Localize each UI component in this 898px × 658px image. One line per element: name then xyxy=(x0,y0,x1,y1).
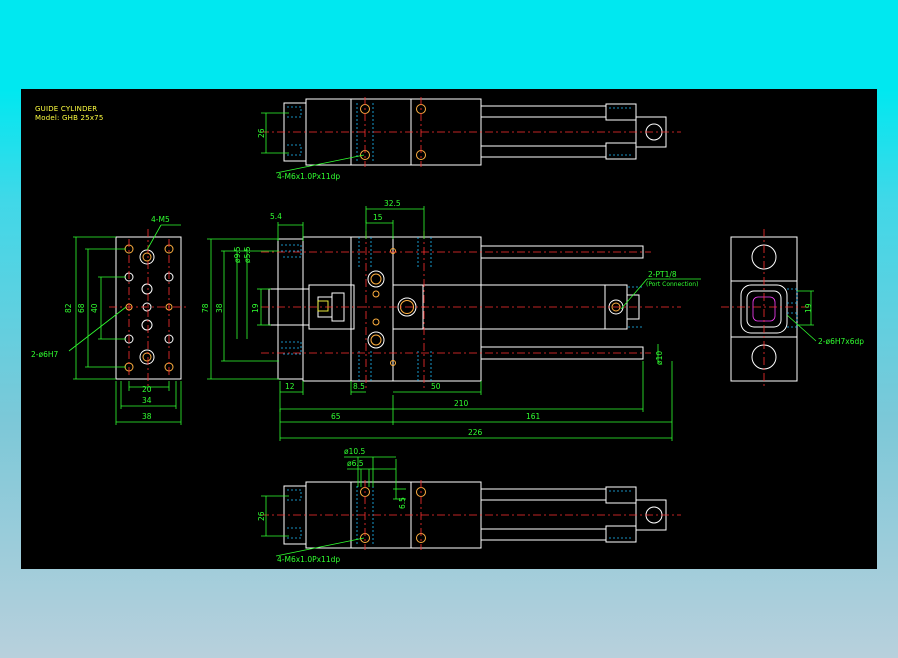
dim-top-26: 26 xyxy=(257,128,266,138)
dim-bot-6-5: 6.5 xyxy=(398,497,407,509)
left-pin-note: 2-ø6H7 xyxy=(31,350,58,359)
dim-lv-34: 34 xyxy=(142,396,152,405)
cad-svg: 26 4-M6x1.0Px11dp 82 68 40 20 34 38 4-M5… xyxy=(31,97,864,564)
bottom-view: 26 ø10.5 ø6.5 6.5 4-M6x1.0Px11dp xyxy=(257,447,681,564)
dim-12: 12 xyxy=(285,382,295,391)
dim-lv-38: 38 xyxy=(142,412,152,421)
dim-38: 38 xyxy=(215,303,224,313)
front-view: 78 38 ø9.5 ø5.5 19 5.4 15 32.5 12 8.5 50… xyxy=(201,199,701,441)
dim-15: 15 xyxy=(373,213,383,222)
dim-161: 161 xyxy=(526,412,541,421)
dim-phi6-5: ø6.5 xyxy=(347,459,364,468)
dim-5-4: 5.4 xyxy=(270,212,282,221)
dim-phi9-5: ø9.5 xyxy=(233,246,242,263)
dim-226: 226 xyxy=(468,428,483,437)
dim-phi10: ø10 xyxy=(655,351,664,365)
dim-lv-68: 68 xyxy=(77,303,86,313)
dim-phi5-5: ø5.5 xyxy=(243,246,252,263)
left-end-view: 82 68 40 20 34 38 4-M5 2-ø6H7 xyxy=(31,215,189,425)
port-label-note: (Port Connection) xyxy=(646,281,698,288)
dim-lv-82: 82 xyxy=(64,303,73,313)
dim-bot-26: 26 xyxy=(257,511,266,521)
dim-78: 78 xyxy=(201,303,210,313)
dim-65: 65 xyxy=(331,412,341,421)
dim-lv-40: 40 xyxy=(90,303,99,313)
left-m5-note: 4-M5 xyxy=(151,215,170,224)
dim-lv-20: 20 xyxy=(142,385,152,394)
dim-8-5: 8.5 xyxy=(353,382,365,391)
right-pin-note: 2-ø6H7x6dp xyxy=(818,337,864,346)
dim-phi10-5: ø10.5 xyxy=(344,447,366,456)
top-hole-note: 4-M6x1.0Px11dp xyxy=(277,172,340,181)
top-view: 26 4-M6x1.0Px11dp xyxy=(257,97,681,181)
dim-50: 50 xyxy=(431,382,441,391)
dim-32-5: 32.5 xyxy=(384,199,401,208)
cad-drawing-area: GUIDE CYLINDER Model: GHB 25x75 26 4-M6x… xyxy=(21,89,877,569)
port-size-note: 2-PT1/8 xyxy=(648,270,677,279)
dim-rv-19: 19 xyxy=(804,303,813,313)
right-end-view: 19 2-ø6H7x6dp xyxy=(721,229,864,389)
bottom-hole-note: 4-M6x1.0Px11dp xyxy=(277,555,340,564)
dim-210: 210 xyxy=(454,399,469,408)
dim-19: 19 xyxy=(251,303,260,313)
